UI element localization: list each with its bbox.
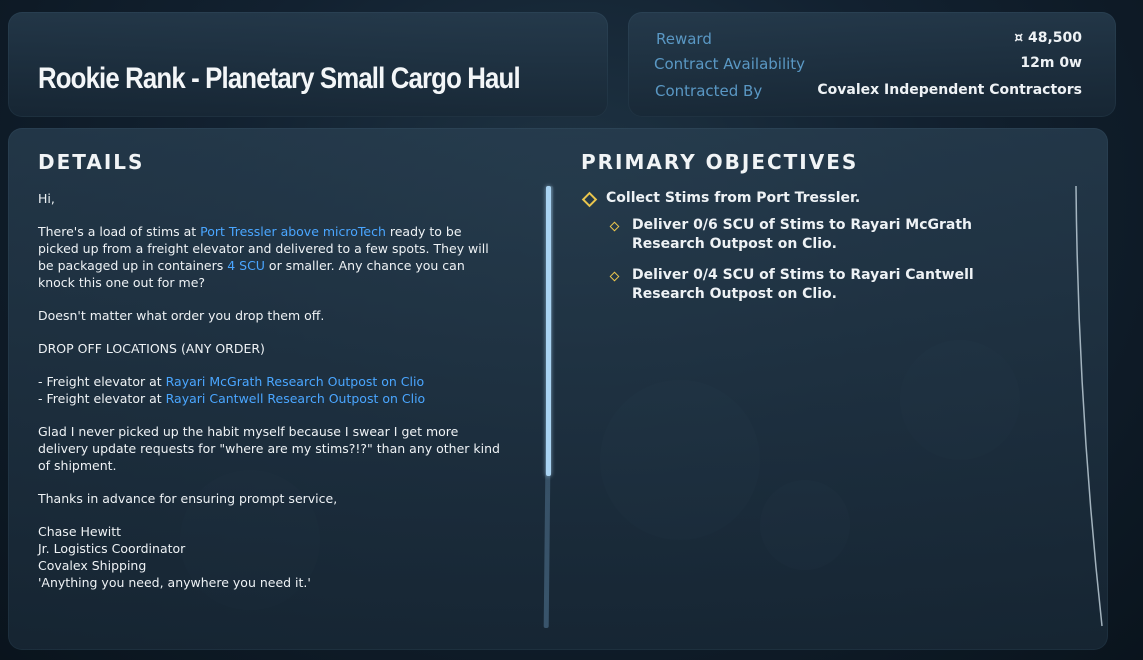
signature-motto: 'Anything you need, anywhere you need it…: [38, 575, 311, 590]
details-paragraph-1: There's a load of stims at Port Tressler…: [38, 223, 503, 291]
details-paragraph-2: Doesn't matter what order you drop them …: [38, 308, 325, 323]
signature-name: Chase Hewitt: [38, 524, 122, 539]
details-body[interactable]: Hi, There's a load of stims at Port Tres…: [38, 190, 503, 591]
location-link-mcgrath[interactable]: Rayari McGrath Research Outpost on Clio: [166, 374, 424, 389]
contract-title: Rookie Rank - Planetary Small Cargo Haul: [38, 62, 521, 95]
drop-off-list: - Freight elevator at Rayari McGrath Res…: [38, 373, 503, 407]
contracted-by-value: Covalex Independent Contractors: [817, 82, 1082, 98]
diamond-icon: [609, 221, 620, 232]
contracted-by-row: Contracted By Covalex Independent Contra…: [628, 82, 1116, 104]
objective-sub-2-line-2: Research Outpost on Clio.: [632, 286, 837, 302]
drop-off-prefix: - Freight elevator at: [38, 374, 166, 389]
diamond-icon: [581, 191, 598, 208]
contract-info-panel: Reward ¤ 48,500 Contract Availability 12…: [628, 12, 1116, 117]
signature-title: Jr. Logistics Coordinator: [38, 541, 186, 556]
contract-title-panel: Rookie Rank - Planetary Small Cargo Haul: [8, 12, 608, 117]
details-paragraph-5: Thanks in advance for ensuring prompt se…: [38, 491, 338, 506]
objectives-heading: PRIMARY OBJECTIVES: [581, 150, 859, 174]
details-heading: DETAILS: [38, 150, 145, 174]
container-size-link[interactable]: 4 SCU: [227, 258, 265, 273]
details-paragraph-4: Glad I never picked up the habit myself …: [38, 424, 500, 473]
contract-main-panel: DETAILS Hi, There's a load of stims at P…: [8, 128, 1108, 650]
objective-sub-1: Deliver 0/6 SCU of Stims to Rayari McGra…: [632, 216, 972, 254]
location-link-port-tressler[interactable]: Port Tressler above microTech: [200, 224, 386, 239]
reward-row: Reward ¤ 48,500: [628, 30, 1116, 52]
details-text: There's a load of stims at: [38, 224, 201, 239]
details-scrollbar-thumb[interactable]: [546, 186, 551, 476]
availability-row: Contract Availability 12m 0w: [628, 55, 1116, 77]
drop-off-prefix: - Freight elevator at: [38, 391, 166, 406]
objectives-panel-edge: [1075, 186, 1103, 627]
signature-company: Covalex Shipping: [38, 558, 147, 573]
objective-sub-1-line-2: Research Outpost on Clio.: [632, 236, 837, 252]
diamond-icon: [609, 271, 620, 282]
location-link-cantwell[interactable]: Rayari Cantwell Research Outpost on Clio: [166, 391, 426, 406]
availability-label: Contract Availability: [654, 55, 806, 73]
reward-value: ¤ 48,500: [1014, 30, 1082, 46]
details-greeting: Hi,: [38, 191, 55, 206]
objective-sub-2: Deliver 0/4 SCU of Stims to Rayari Cantw…: [632, 266, 974, 304]
availability-value: 12m 0w: [1020, 55, 1082, 71]
objective-sub-1-line-1: Deliver 0/6 SCU of Stims to Rayari McGra…: [632, 217, 972, 233]
details-paragraph-3: DROP OFF LOCATIONS (ANY ORDER): [38, 341, 265, 356]
reward-label: Reward: [656, 30, 712, 48]
objective-sub-2-line-1: Deliver 0/4 SCU of Stims to Rayari Cantw…: [632, 267, 974, 283]
contracted-by-label: Contracted By: [655, 82, 763, 100]
objective-main: Collect Stims from Port Tressler.: [606, 190, 861, 206]
